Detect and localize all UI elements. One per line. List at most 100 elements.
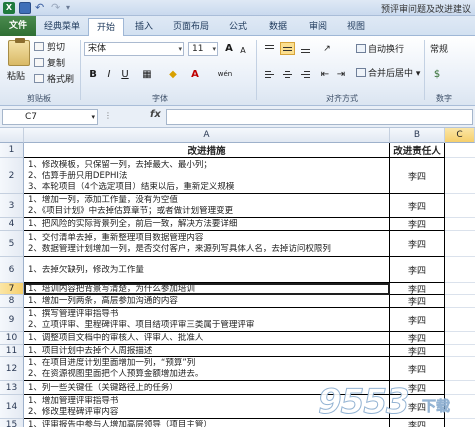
measure-cell[interactable]: 1、项目计划中去掉个人周报描述 (24, 345, 390, 357)
row-header[interactable]: 7 (0, 283, 24, 295)
italic-button[interactable]: I (102, 68, 116, 82)
select-all-corner[interactable] (0, 128, 24, 143)
tab-page-layout[interactable]: 页面布局 (166, 18, 216, 36)
column-header-b[interactable]: B (390, 128, 445, 143)
merge-center-button[interactable]: 合并后居中 ▾ (356, 68, 420, 81)
owner-cell[interactable]: 李四 (390, 345, 445, 357)
measure-cell[interactable]: 1、增加一列，添加工作量，没有为空值 2、《项目计划》中去掉估算章节；或者做计划管… (24, 194, 390, 218)
empty-cell-c[interactable] (445, 231, 475, 257)
empty-cell-c[interactable] (445, 295, 475, 308)
measure-cell[interactable]: 1、评审报告中参与人增加高层领导（项目主管） (24, 419, 390, 427)
font-color-icon[interactable]: A (188, 68, 202, 82)
owner-cell[interactable]: 李四 (390, 381, 445, 395)
border-icon[interactable]: ▦ (140, 68, 154, 82)
row-header[interactable]: 10 (0, 332, 24, 345)
owner-cell[interactable]: 李四 (390, 357, 445, 381)
cut-button[interactable]: 剪切 (34, 40, 65, 53)
row-header[interactable]: 9 (0, 308, 24, 332)
empty-cell-c[interactable] (445, 143, 475, 158)
column-header-c[interactable]: C (445, 128, 475, 143)
tab-classic-menu[interactable]: 经典菜单 (38, 18, 86, 36)
tab-insert[interactable]: 插入 (128, 18, 160, 36)
tab-data[interactable]: 数据 (262, 18, 294, 36)
empty-cell-c[interactable] (445, 194, 475, 218)
fill-color-icon[interactable]: ◆ (166, 68, 180, 82)
measure-cell[interactable]: 1、修改模板，只保留一列，去掉最大、最小列； 2、估算手册只用DEPHI法 3、本轮… (24, 158, 390, 194)
column-header-a[interactable]: A (24, 128, 390, 143)
excel-logo-icon[interactable]: X (3, 2, 15, 14)
bold-button[interactable]: B (86, 68, 100, 82)
measure-cell[interactable]: 1、撰写管理评审指导书 2、立项评审、里程碑评审、项目结项评审三类属于管理评审 (24, 308, 390, 332)
shrink-font-button[interactable]: A (236, 44, 250, 58)
row-header[interactable]: 2 (0, 158, 24, 194)
underline-button[interactable]: U (118, 68, 132, 82)
phonetic-button[interactable]: wén (214, 67, 236, 81)
redo-icon[interactable]: ↷ (51, 2, 63, 14)
owner-cell[interactable]: 李四 (390, 308, 445, 332)
row-header[interactable]: 4 (0, 218, 24, 231)
owner-cell[interactable]: 李四 (390, 295, 445, 308)
header-cell-measures[interactable]: 改进措施 (24, 143, 390, 158)
empty-cell-c[interactable] (445, 419, 475, 427)
row-header[interactable]: 6 (0, 257, 24, 283)
undo-icon[interactable]: ↶ (35, 2, 49, 14)
paste-icon[interactable] (8, 38, 30, 66)
measure-cell[interactable]: 1、把风险的实际背景列全，前后一致，解决方法要详细 (24, 218, 390, 231)
measure-cell[interactable]: 1、在项目进度计划里面增加一列，“预算”列 2、在资源视图里面把个人预算金额增加进… (24, 357, 390, 381)
owner-cell[interactable]: 李四 (390, 419, 445, 427)
header-cell-owner[interactable]: 改进责任人 (390, 143, 445, 158)
grow-font-button[interactable]: A (222, 42, 236, 56)
tab-review[interactable]: 审阅 (302, 18, 334, 36)
empty-cell-c[interactable] (445, 283, 475, 295)
insert-function-icon[interactable]: fx (150, 109, 161, 120)
measure-cell[interactable]: 1、去掉欠缺列，修改为工作量 (24, 257, 390, 283)
measure-cell[interactable]: 1、增加管理评审指导书 2、修改里程碑评审内容 (24, 395, 390, 419)
row-header[interactable]: 5 (0, 231, 24, 257)
empty-cell-c[interactable] (445, 381, 475, 395)
row-header[interactable]: 14 (0, 395, 24, 419)
quick-access-dropdown-icon[interactable]: ▾ (66, 3, 70, 12)
tab-view[interactable]: 视图 (340, 18, 372, 36)
align-right-button[interactable] (298, 68, 313, 81)
empty-cell-c[interactable] (445, 345, 475, 357)
align-center-button[interactable] (280, 68, 295, 81)
empty-cell-c[interactable] (445, 395, 475, 419)
measure-cell[interactable]: 1、增加一列两条，高层参加沟通的内容 (24, 295, 390, 308)
copy-button[interactable]: 复制 (34, 56, 65, 69)
tab-formulas[interactable]: 公式 (222, 18, 254, 36)
empty-cell-c[interactable] (445, 357, 475, 381)
orientation-icon[interactable]: ↗ (320, 42, 334, 56)
row-header[interactable]: 1 (0, 143, 24, 158)
empty-cell-c[interactable] (445, 218, 475, 231)
owner-cell[interactable]: 李四 (390, 158, 445, 194)
format-painter-button[interactable]: 格式刷 (34, 72, 74, 85)
align-middle-button[interactable] (280, 42, 295, 55)
measure-cell[interactable]: 1、交付清单去掉，重新整理项目数据管理内容 2、数据管理计划增加一列，是否交付客户… (24, 231, 390, 257)
row-header[interactable]: 15 (0, 419, 24, 427)
owner-cell[interactable]: 李四 (390, 194, 445, 218)
owner-cell[interactable]: 李四 (390, 395, 445, 419)
tab-home[interactable]: 开始 (88, 18, 124, 37)
owner-cell[interactable]: 李四 (390, 218, 445, 231)
row-header[interactable]: 12 (0, 357, 24, 381)
formula-input[interactable] (166, 109, 473, 125)
row-header[interactable]: 3 (0, 194, 24, 218)
measure-cell[interactable]: 1、列一些关键任（关键路径上的任务） (24, 381, 390, 395)
align-top-button[interactable] (262, 42, 277, 55)
tab-file[interactable]: 文件 (0, 16, 36, 36)
owner-cell[interactable]: 李四 (390, 283, 445, 295)
font-name-select[interactable]: 宋体 ▾ (84, 42, 184, 56)
measure-cell[interactable]: 1、培训内容把背景写清楚，为什么参加培训 (24, 283, 390, 295)
row-header[interactable]: 8 (0, 295, 24, 308)
number-format-select[interactable]: 常规 (430, 44, 448, 57)
row-header[interactable]: 13 (0, 381, 24, 395)
paste-button[interactable]: 粘贴 (7, 69, 25, 82)
row-header[interactable]: 11 (0, 345, 24, 357)
measure-cell[interactable]: 1、调整项目文档中的审核人、评审人、批准人 (24, 332, 390, 345)
align-left-button[interactable] (262, 68, 277, 81)
name-box[interactable]: C7 ▾ (2, 109, 98, 125)
empty-cell-c[interactable] (445, 308, 475, 332)
owner-cell[interactable]: 李四 (390, 257, 445, 283)
increase-indent-icon[interactable]: ⇥ (334, 68, 348, 82)
font-size-select[interactable]: 11 ▾ (188, 42, 218, 56)
